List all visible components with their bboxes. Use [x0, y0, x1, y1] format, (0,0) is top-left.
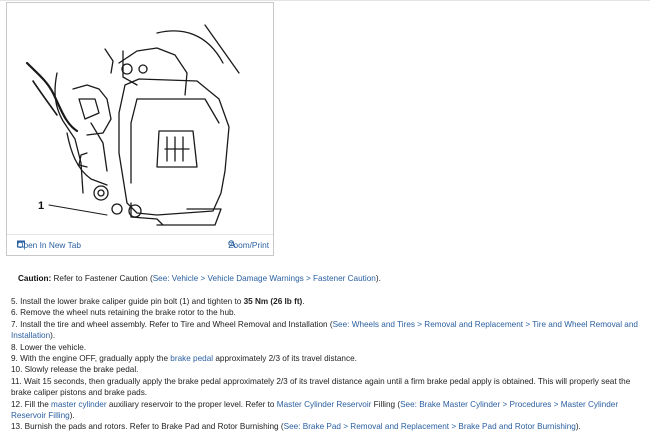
brake-caliper-illustration: 1 — [25, 24, 240, 226]
open-in-new-tab-label: Open In New Tab — [17, 240, 81, 250]
step-5: 5. Install the lower brake caliper guide… — [11, 297, 305, 306]
burnishing-link[interactable]: See: Brake Pad > Removal and Replacement… — [284, 422, 576, 431]
figure-toolbar: Open In New Tab Zoom/Print — [7, 234, 273, 255]
caution-text-end: ). — [375, 274, 381, 283]
open-in-new-tab-icon — [17, 240, 25, 248]
master-cylinder-link[interactable]: master cylinder — [51, 400, 107, 409]
figure-panel: 1 Open In New Tab Zoom/Print — [6, 2, 274, 256]
magnifier-icon — [228, 240, 237, 248]
zoom-print-link[interactable]: Zoom/Print — [228, 240, 269, 250]
fastener-caution-link[interactable]: See: Vehicle > Vehicle Damage Warnings >… — [153, 274, 376, 283]
torque-spec: 35 Nm (26 lb ft) — [243, 297, 303, 306]
caution-note: Caution: Refer to Fastener Caution (See:… — [18, 274, 381, 283]
step-7: 7. Install the tire and wheel assembly. … — [11, 319, 638, 341]
step-11: 11. Wait 15 seconds, then gradually appl… — [11, 376, 631, 398]
caution-label: Caution: — [18, 274, 52, 283]
callout-number: 1 — [38, 200, 44, 212]
step-12: 12. Fill the master cylinder auxiliary r… — [11, 399, 619, 421]
step-13: 13. Burnish the pads and rotors. Refer t… — [11, 422, 581, 432]
step-6: 6. Remove the wheel nuts retaining the b… — [11, 308, 236, 318]
procedure-steps: 5. Install the lower brake caliper guide… — [11, 296, 641, 433]
step-8: 8. Lower the vehicle. — [11, 342, 87, 352]
open-in-new-tab-link[interactable]: Open In New Tab — [17, 240, 81, 250]
brake-pedal-link[interactable]: brake pedal — [170, 354, 213, 363]
step-9: 9. With the engine OFF, gradually apply … — [11, 354, 357, 364]
step-10: 10. Slowly release the brake pedal. — [11, 365, 139, 375]
caution-text: Refer to Fastener Caution ( — [51, 274, 153, 283]
top-divider — [0, 0, 650, 1]
master-cylinder-reservoir-link[interactable]: Master Cylinder Reservoir — [277, 400, 372, 409]
